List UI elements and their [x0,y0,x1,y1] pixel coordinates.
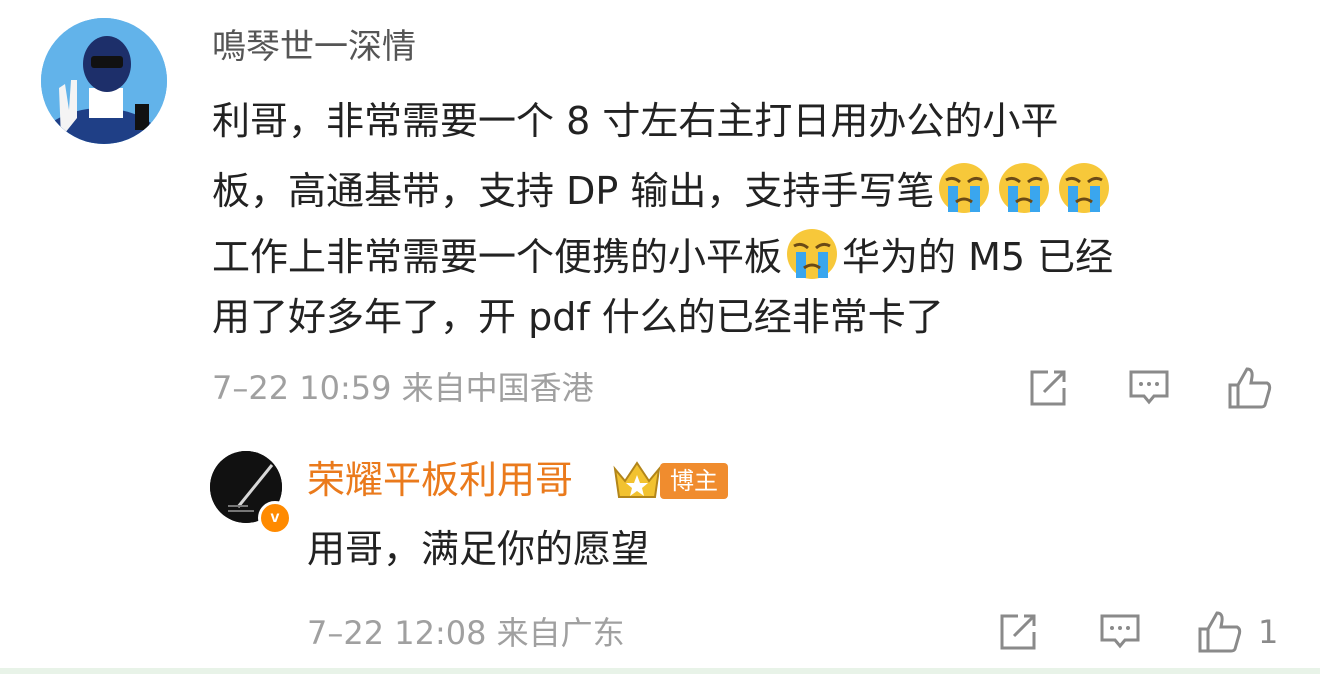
crying-face-icon [784,226,840,282]
share-button[interactable] [1026,366,1070,410]
comment-time: 7–22 10:59 [212,369,392,407]
comment-source: 来自中国香港 [401,369,594,407]
share-icon [1000,614,1036,650]
comment-text-line-3b: 华为的 M5 已经 [842,235,1114,279]
comment-text-line-1: 利哥，非常需要一个 8 寸左右主打日用办公的小平 [212,99,1059,143]
crying-face-icon [1056,160,1112,216]
comment-icon [1100,614,1140,649]
user-avatar[interactable] [41,18,167,144]
avatar-image [41,18,167,144]
reply-meta: 7–22 12:08 来自广东 [307,613,625,653]
reply-time: 7–22 12:08 [307,614,487,652]
reply-like-button[interactable] [1196,608,1244,656]
reply-text: 用哥，满足你的愿望 [307,527,650,571]
thumbs-up-icon [1198,611,1242,653]
comment-meta: 7–22 10:59 来自中国香港 [212,368,594,408]
reply-share-button[interactable] [996,610,1040,654]
comment-text-line-3a: 工作上非常需要一个便携的小平板 [212,235,783,279]
comment-text-line-2: 板，高通基带，支持 DP 输出，支持手写笔 [212,160,1114,216]
comment-icon [1129,370,1169,405]
comment-button[interactable] [1126,366,1172,410]
reply-source: 来自广东 [496,614,625,652]
reply-username[interactable]: 荣耀平板利用哥 [307,455,573,505]
reply-comment-button[interactable] [1097,610,1143,654]
comment-text-line-2-text: 板，高通基带，支持 DP 输出，支持手写笔 [212,169,935,213]
divider [0,668,1320,674]
comment-text-line-4: 用了好多年了，开 pdf 什么的已经非常卡了 [212,295,944,339]
share-icon [1030,370,1066,406]
like-button[interactable] [1226,364,1274,412]
crying-face-icon [936,160,992,216]
crown-icon [611,457,663,501]
verified-badge: v [258,501,292,535]
comment-text-line-3: 工作上非常需要一个便携的小平板 华为的 M5 已经 [212,226,1113,282]
blogger-badge: 博主 [660,463,728,499]
reply-like-count: 1 [1258,613,1279,651]
comment-username[interactable]: 鳴琴世一深情 [212,24,416,70]
thumbs-up-icon [1228,367,1272,409]
crying-face-icon [996,160,1052,216]
